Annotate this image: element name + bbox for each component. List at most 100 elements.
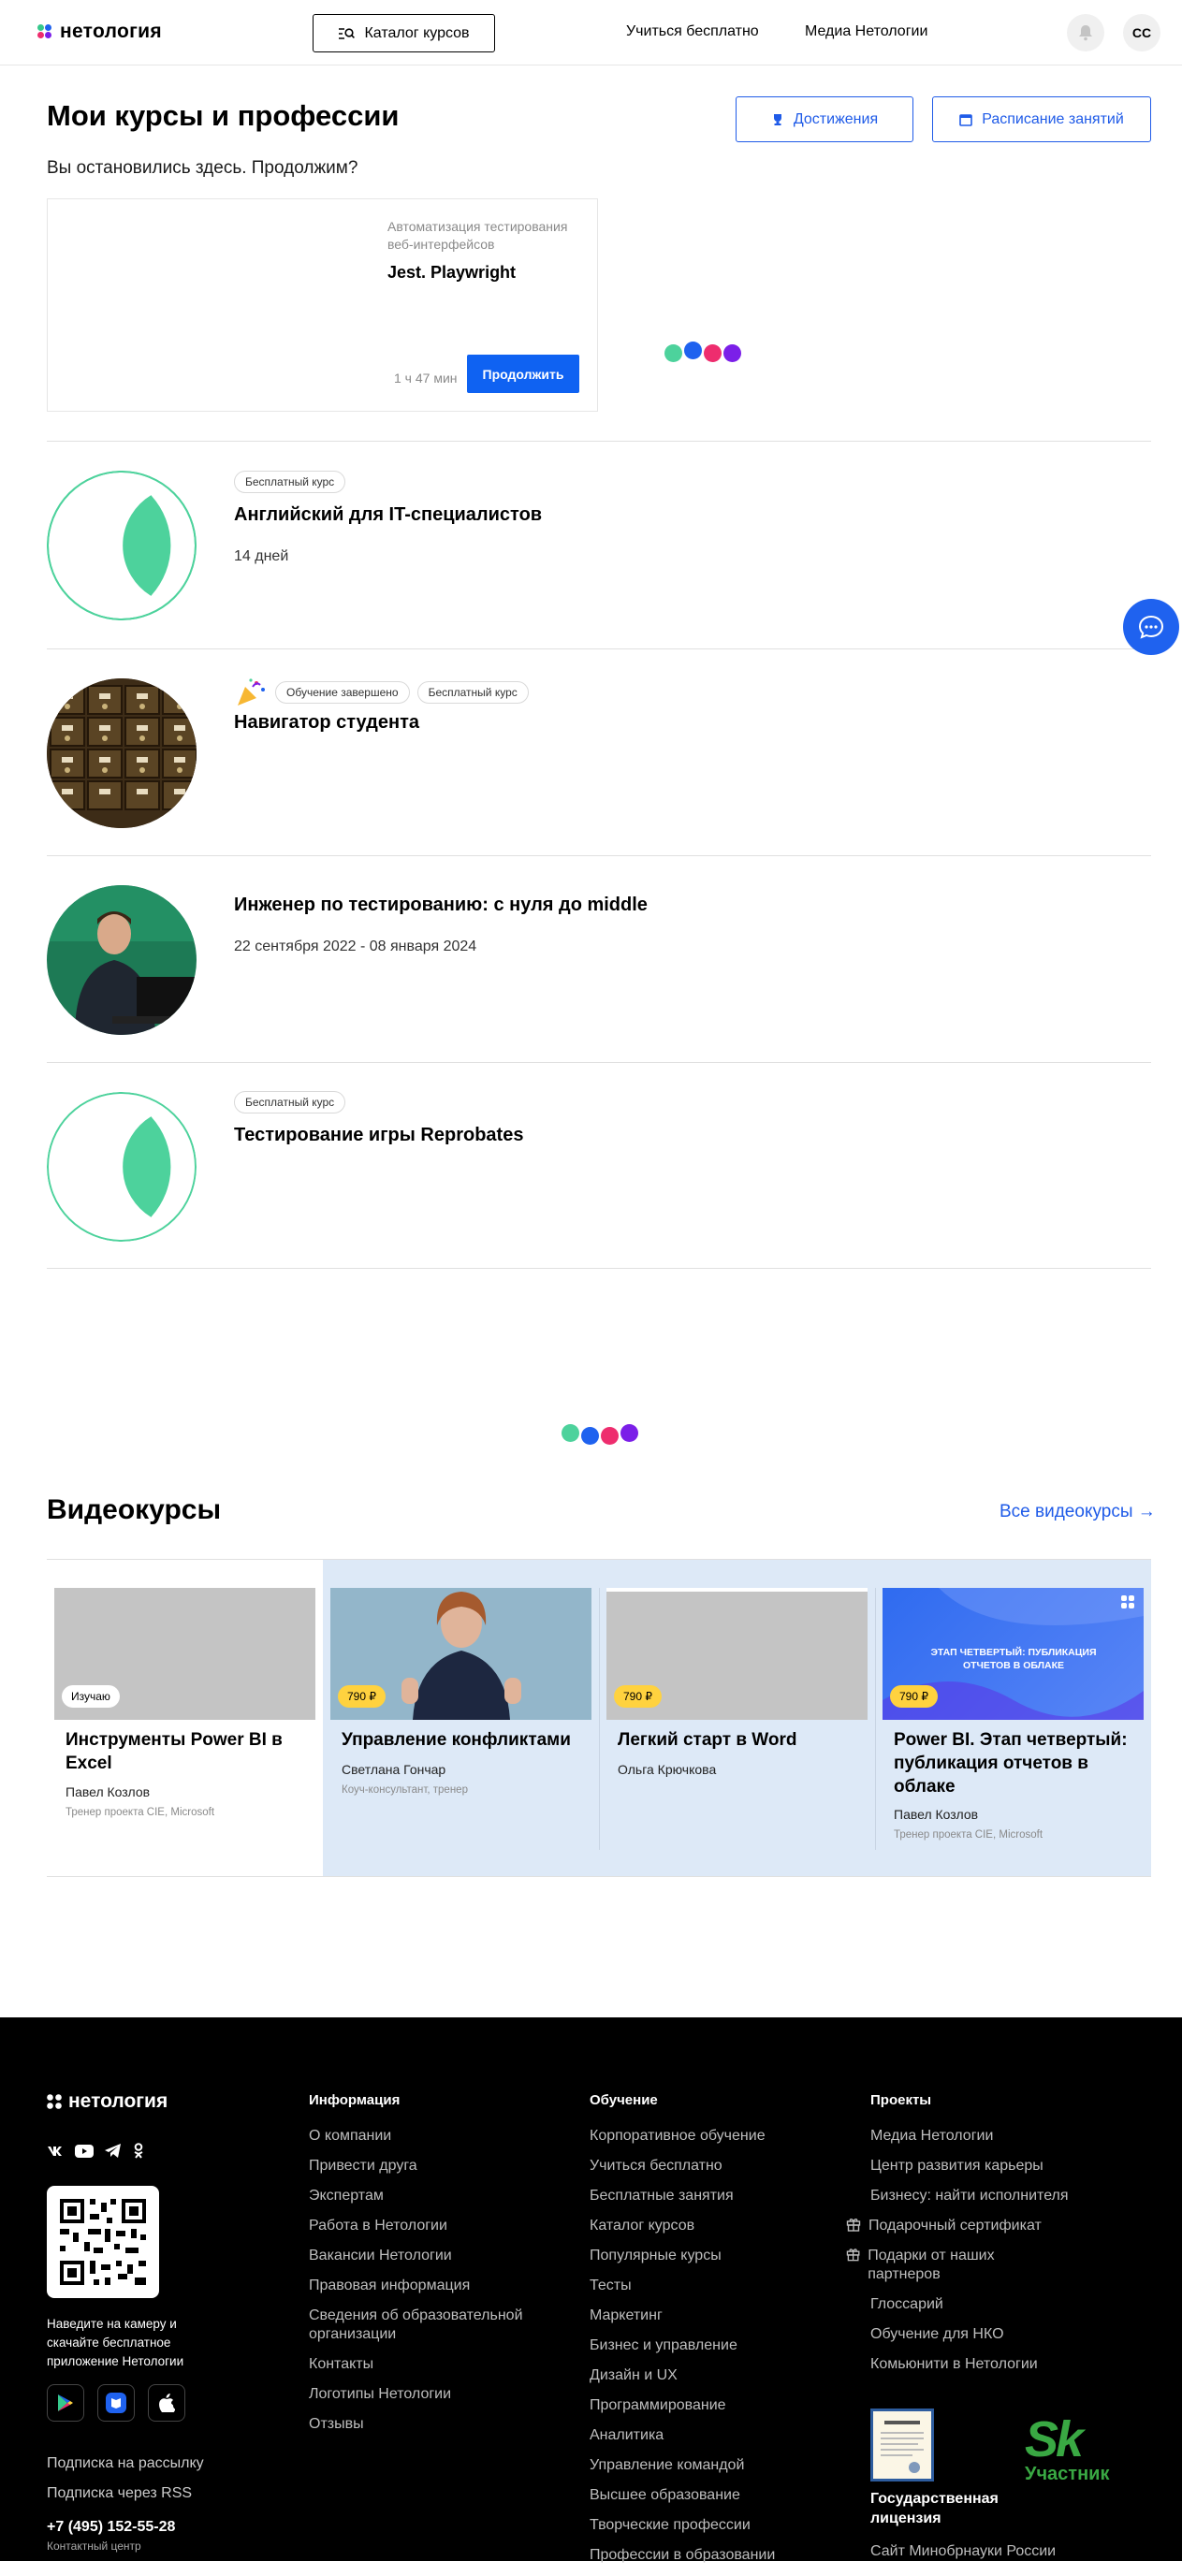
notifications-button[interactable]: [1067, 14, 1104, 51]
catalog-button[interactable]: Каталог курсов: [313, 14, 495, 52]
footer-link[interactable]: Дизайн и UX: [590, 2366, 805, 2385]
footer-link[interactable]: Бесплатные занятия: [590, 2187, 805, 2205]
course-dates: 22 сентября 2022 - 08 января 2024: [234, 939, 477, 954]
video-card[interactable]: 790 ₽ Легкий старт в Word Ольга Крючкова: [599, 1560, 875, 1876]
party-popper-icon: [238, 678, 265, 706]
footer-link[interactable]: Контакты: [309, 2355, 524, 2374]
video-card[interactable]: ЭТАП ЧЕТВЕРТЫЙ: ПУБЛИКАЦИЯ ОТЧЕТОВ В ОБЛ…: [875, 1560, 1151, 1876]
video-carousel: Изучаю Инструменты Power BI в Excel Паве…: [47, 1559, 1151, 1877]
footer-link[interactable]: Корпоративное обучение: [590, 2127, 805, 2146]
course-thumb-english[interactable]: [47, 471, 197, 620]
video-price-tag: 790 ₽: [614, 1685, 662, 1708]
footer-link[interactable]: Центр развития карьеры: [870, 2157, 1086, 2176]
phone-link[interactable]: +7 (495) 152-55-28: [47, 2519, 175, 2536]
footer-link[interactable]: Глоссарий: [870, 2295, 1086, 2314]
course-thumb-navigator[interactable]: [47, 678, 197, 828]
video-card[interactable]: 790 ₽ Управление конфликтами Светлана Го…: [323, 1560, 599, 1876]
lesson-category: Автоматизация тестирования веб-интерфейс…: [387, 219, 568, 252]
course-duration: 14 дней: [234, 548, 289, 564]
app-qr-code: [47, 2186, 159, 2298]
video-section-title: Видеокурсы: [47, 1494, 222, 1525]
footer-link[interactable]: Бизнес и управление: [590, 2336, 805, 2355]
user-avatar[interactable]: СС: [1123, 14, 1160, 51]
telegram-icon[interactable]: [105, 2144, 122, 2158]
netology-logo[interactable]: нетология: [37, 21, 162, 43]
footer-link[interactable]: Управление командой: [590, 2456, 805, 2475]
gift-certificate-link[interactable]: Подарочный сертификат: [846, 2217, 1061, 2235]
rustore-icon: [106, 2393, 126, 2413]
footer-link[interactable]: Правовая информация: [309, 2277, 524, 2295]
youtube-icon[interactable]: [75, 2144, 94, 2158]
odnoklassniki-icon[interactable]: [133, 2143, 144, 2159]
skolkovo-label: Участник: [1025, 2464, 1110, 2484]
vk-icon[interactable]: [47, 2146, 64, 2157]
social-links: [47, 2143, 144, 2159]
video-card[interactable]: Изучаю Инструменты Power BI в Excel Паве…: [47, 1560, 323, 1876]
lesson-duration: 1 ч 47 мин: [394, 371, 458, 386]
newsletter-link[interactable]: Подписка на рассылку: [47, 2455, 204, 2472]
course-title-navigator[interactable]: Навигатор студента: [234, 712, 419, 734]
footer-link[interactable]: Привести друга: [309, 2157, 524, 2176]
continue-button[interactable]: Продолжить: [467, 355, 579, 393]
ministry-link[interactable]: Сайт Минобрнауки России: [870, 2543, 1056, 2560]
rss-link[interactable]: Подписка через RSS: [47, 2485, 192, 2502]
achievements-button[interactable]: Достижения: [736, 96, 913, 142]
license-link[interactable]: Государственная лицензия: [870, 2409, 1020, 2528]
footer-link[interactable]: Вакансии Нетологии: [309, 2247, 524, 2265]
gift-certificate-label: Подарочный сертификат: [868, 2218, 1042, 2234]
footer-link[interactable]: Бизнесу: найти исполнителя: [870, 2187, 1086, 2205]
chat-button[interactable]: [1123, 599, 1179, 655]
course-title-english[interactable]: Английский для IT-специалистов: [234, 504, 542, 526]
footer-link[interactable]: Профессии в образовании: [590, 2546, 805, 2565]
video-banner-text: ЭТАП ЧЕТВЕРТЫЙ: ПУБЛИКАЦИЯ ОТЧЕТОВ В ОБЛ…: [930, 1647, 1097, 1671]
footer-link[interactable]: Маркетинг: [590, 2307, 805, 2325]
footer-link[interactable]: Комьюнити в Нетологии: [870, 2355, 1086, 2374]
nav-media[interactable]: Медиа Нетологии: [805, 23, 927, 40]
license-document-icon: [870, 2409, 934, 2481]
logo-text: нетология: [60, 21, 162, 42]
app-store-link[interactable]: [148, 2384, 185, 2422]
google-play-link[interactable]: [47, 2384, 84, 2422]
footer-link[interactable]: Высшее образование: [590, 2486, 805, 2505]
footer-link[interactable]: Работа в Нетологии: [309, 2217, 524, 2235]
footer-logo-text: нетология: [68, 2090, 168, 2112]
lesson-name: Jest. Playwright: [387, 263, 517, 282]
footer-link[interactable]: Экспертам: [309, 2187, 524, 2205]
footer-link[interactable]: Отзывы: [309, 2415, 524, 2434]
loading-dots-icon: [562, 1424, 638, 1445]
schedule-button[interactable]: Расписание занятий: [932, 96, 1151, 142]
footer-link[interactable]: Медиа Нетологии: [870, 2127, 1086, 2146]
footer-link[interactable]: Обучение для НКО: [870, 2325, 1086, 2344]
footer-link[interactable]: Учиться бесплатно: [590, 2157, 805, 2176]
circles-illustration-icon: [47, 1092, 197, 1242]
apple-icon: [159, 2394, 175, 2412]
footer-link[interactable]: Аналитика: [590, 2426, 805, 2445]
rustore-link[interactable]: [97, 2384, 135, 2422]
bell-icon: [1079, 25, 1092, 41]
qr-code-icon: [60, 2199, 146, 2285]
footer-link[interactable]: Творческие профессии: [590, 2516, 805, 2535]
course-thumb-reprobates[interactable]: [47, 1092, 197, 1242]
footer-link[interactable]: Логотипы Нетологии: [309, 2385, 524, 2404]
video-title: Инструменты Power BI в Excel: [66, 1730, 283, 1773]
footer-link[interactable]: Популярные курсы: [590, 2247, 805, 2265]
video-author: Светлана Гончар: [342, 1762, 446, 1777]
footer-link[interactable]: Тесты: [590, 2277, 805, 2295]
footer-link[interactable]: Каталог курсов: [590, 2217, 805, 2235]
footer-link[interactable]: О компании: [309, 2127, 524, 2146]
course-title-qa-engineer[interactable]: Инженер по тестированию: с нуля до middl…: [234, 895, 648, 916]
continue-lesson-card[interactable]: Автоматизация тестирования веб-интерфейс…: [47, 198, 598, 412]
schedule-label: Расписание занятий: [982, 110, 1124, 127]
footer-link[interactable]: Программирование: [590, 2396, 805, 2415]
circles-illustration-icon: [47, 471, 197, 620]
all-videos-link[interactable]: Все видеокурсы →: [1000, 1502, 1156, 1522]
nav-learn-free[interactable]: Учиться бесплатно: [626, 23, 759, 40]
course-thumb-qa-engineer[interactable]: [47, 885, 197, 1035]
footer-link[interactable]: Сведения об образовательной организации: [309, 2307, 524, 2344]
footer-logo[interactable]: нетология: [47, 2090, 168, 2113]
contact-center-label: Контактный центр: [47, 2540, 141, 2553]
partner-gifts-link[interactable]: Подарки от наших партнеров: [846, 2247, 1061, 2284]
divider: [47, 1268, 1151, 1269]
footer-column-title: Проекты: [870, 2092, 932, 2108]
course-title-reprobates[interactable]: Тестирование игры Reprobates: [234, 1125, 523, 1146]
